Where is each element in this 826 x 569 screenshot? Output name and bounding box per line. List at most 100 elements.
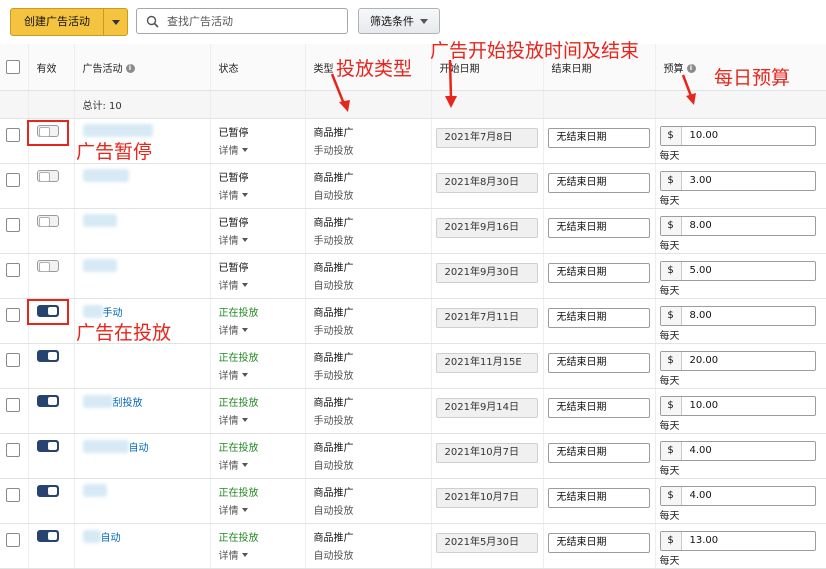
campaign-toggle[interactable] bbox=[36, 350, 59, 362]
budget-input[interactable]: $5.00 bbox=[659, 261, 816, 281]
row-checkbox[interactable] bbox=[6, 173, 20, 187]
row-checkbox-cell bbox=[0, 523, 29, 569]
select-all-checkbox[interactable] bbox=[6, 60, 20, 74]
status-details-toggle[interactable]: 详情 bbox=[219, 142, 305, 157]
campaign-name[interactable]: 自动 bbox=[101, 533, 121, 544]
campaign-link[interactable] bbox=[75, 169, 210, 182]
end-date-field[interactable]: 无结束日期 bbox=[547, 128, 650, 148]
status-details-toggle[interactable]: 详情 bbox=[219, 367, 305, 382]
campaign-name[interactable]: 刮投放 bbox=[113, 398, 143, 409]
header-status[interactable]: 状态 bbox=[210, 44, 306, 91]
budget-value[interactable]: 4.00 bbox=[682, 442, 712, 460]
campaign-toggle[interactable] bbox=[36, 215, 59, 227]
budget-input[interactable]: $10.00 bbox=[659, 396, 816, 416]
campaign-link[interactable]: 自动 bbox=[75, 529, 210, 544]
budget-input[interactable]: $8.00 bbox=[659, 216, 816, 236]
budget-input[interactable]: $20.00 bbox=[659, 351, 816, 371]
campaign-toggle[interactable] bbox=[36, 260, 59, 272]
end-date-field[interactable]: 无结束日期 bbox=[547, 308, 650, 328]
budget-input[interactable]: $10.00 bbox=[659, 126, 816, 146]
campaign-link[interactable] bbox=[75, 484, 210, 497]
targeting-type: 手动投放 bbox=[313, 416, 354, 427]
create-dropdown-button[interactable] bbox=[104, 9, 127, 35]
budget-value[interactable]: 10.00 bbox=[682, 127, 719, 145]
start-date-field: 2021年8月30日 bbox=[435, 173, 538, 193]
row-checkbox[interactable] bbox=[6, 353, 20, 367]
row-checkbox[interactable] bbox=[6, 128, 20, 142]
campaign-toggle[interactable] bbox=[36, 170, 59, 182]
header-campaign-label: 广告活动 bbox=[82, 63, 123, 75]
budget-input[interactable]: $8.00 bbox=[659, 306, 816, 326]
status-details-toggle[interactable]: 详情 bbox=[219, 502, 305, 517]
row-checkbox[interactable] bbox=[6, 263, 20, 277]
redacted-name bbox=[82, 440, 129, 453]
end-date-field[interactable]: 无结束日期 bbox=[547, 398, 650, 418]
campaign-toggle[interactable] bbox=[36, 395, 59, 407]
row-checkbox[interactable] bbox=[6, 308, 20, 322]
chevron-down-icon bbox=[111, 19, 120, 25]
row-checkbox[interactable] bbox=[6, 488, 20, 502]
active-cell bbox=[28, 208, 75, 254]
active-cell bbox=[28, 433, 75, 479]
status-cell: 已暂停 详情 bbox=[210, 118, 306, 164]
campaign-link[interactable] bbox=[75, 214, 210, 227]
currency-symbol: $ bbox=[660, 397, 682, 415]
create-campaign-button[interactable]: 创建广告活动 bbox=[10, 8, 128, 36]
table-header: 有效 广告活动 i 状态 类型 开始日期 结束日期 预算 i bbox=[0, 44, 826, 91]
end-date-field[interactable]: 无结束日期 bbox=[547, 353, 650, 373]
header-campaign[interactable]: 广告活动 i bbox=[74, 44, 211, 91]
create-campaign-label[interactable]: 创建广告活动 bbox=[11, 9, 104, 35]
budget-input[interactable]: $4.00 bbox=[659, 441, 816, 461]
campaign-toggle[interactable] bbox=[36, 530, 59, 542]
campaign-toggle[interactable] bbox=[36, 440, 59, 452]
budget-value[interactable]: 8.00 bbox=[682, 217, 712, 235]
campaign-link[interactable]: 手动 bbox=[75, 304, 210, 319]
end-date-field[interactable]: 无结束日期 bbox=[547, 533, 650, 553]
campaign-cell bbox=[74, 163, 211, 209]
budget-value[interactable]: 10.00 bbox=[682, 397, 719, 415]
end-date-field[interactable]: 无结束日期 bbox=[547, 263, 650, 283]
budget-input[interactable]: $13.00 bbox=[659, 531, 816, 551]
row-checkbox[interactable] bbox=[6, 533, 20, 547]
row-checkbox[interactable] bbox=[6, 443, 20, 457]
budget-value[interactable]: 4.00 bbox=[682, 487, 712, 505]
budget-value[interactable]: 5.00 bbox=[682, 262, 712, 280]
header-active[interactable]: 有效 bbox=[28, 44, 75, 91]
end-date-field[interactable]: 无结束日期 bbox=[547, 443, 650, 463]
row-checkbox[interactable] bbox=[6, 398, 20, 412]
row-checkbox-cell bbox=[0, 118, 29, 164]
info-icon[interactable]: i bbox=[125, 64, 135, 73]
status-details-toggle[interactable]: 详情 bbox=[219, 322, 305, 337]
campaign-link[interactable] bbox=[75, 259, 210, 272]
budget-input[interactable]: $3.00 bbox=[659, 171, 816, 191]
status-details-toggle[interactable]: 详情 bbox=[219, 457, 305, 472]
end-date-field[interactable]: 无结束日期 bbox=[547, 218, 650, 238]
campaign-cell: 刮投放 bbox=[74, 388, 211, 434]
budget-value[interactable]: 3.00 bbox=[682, 172, 712, 190]
status-details-toggle[interactable]: 详情 bbox=[219, 412, 305, 427]
campaign-name[interactable]: 自动 bbox=[129, 443, 149, 454]
table-row: 正在投放 详情 商品推广 手动投放 2021年11月15E 无结束日期 $20.00 每天 bbox=[0, 343, 826, 389]
status-details-toggle[interactable]: 详情 bbox=[219, 232, 305, 247]
details-label: 详情 bbox=[218, 146, 239, 157]
row-checkbox[interactable] bbox=[6, 218, 20, 232]
targeting-type: 手动投放 bbox=[313, 146, 354, 157]
end-date-field[interactable]: 无结束日期 bbox=[547, 173, 650, 193]
status-details-toggle[interactable]: 详情 bbox=[219, 547, 305, 562]
filter-button[interactable]: 筛选条件 bbox=[358, 8, 440, 34]
end-date-field[interactable]: 无结束日期 bbox=[547, 488, 650, 508]
search-box[interactable] bbox=[136, 8, 348, 34]
budget-value[interactable]: 20.00 bbox=[682, 352, 719, 370]
chevron-down-icon bbox=[241, 192, 248, 197]
campaign-link[interactable] bbox=[75, 124, 210, 137]
budget-value[interactable]: 8.00 bbox=[682, 307, 712, 325]
campaign-link[interactable]: 自动 bbox=[75, 439, 210, 454]
budget-input[interactable]: $4.00 bbox=[659, 486, 816, 506]
campaign-link[interactable]: 刮投放 bbox=[75, 394, 210, 409]
status-details-toggle[interactable]: 详情 bbox=[219, 187, 305, 202]
campaign-toggle[interactable] bbox=[36, 485, 59, 497]
status-details-toggle[interactable]: 详情 bbox=[219, 277, 305, 292]
budget-value[interactable]: 13.00 bbox=[682, 532, 719, 550]
campaign-type: 商品推广 bbox=[313, 398, 354, 409]
search-input[interactable] bbox=[165, 13, 339, 29]
